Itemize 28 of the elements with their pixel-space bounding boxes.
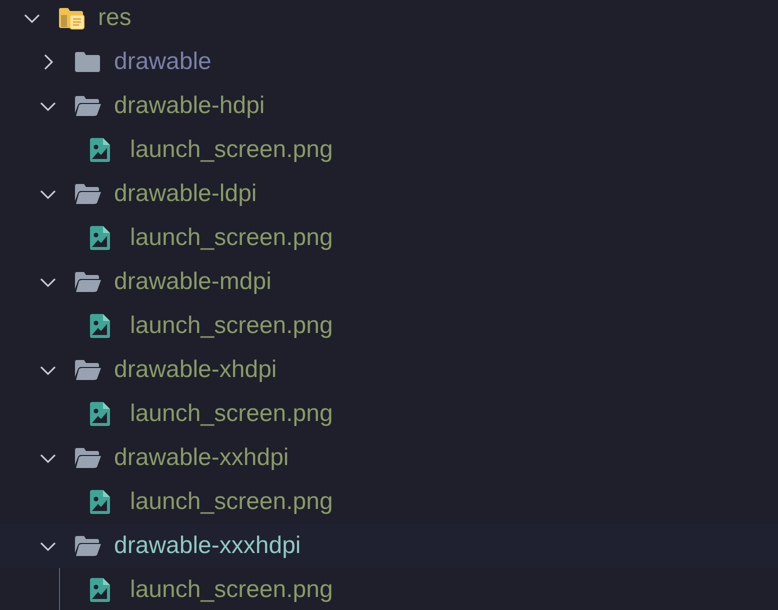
folder-with-document-icon xyxy=(58,6,86,30)
image-file-icon xyxy=(90,226,110,250)
folder-name[interactable]: drawable-mdpi xyxy=(114,270,272,294)
folder-name[interactable]: drawable-xhdpi xyxy=(114,358,277,382)
file-name[interactable]: launch_screen.png xyxy=(130,138,333,162)
folder-name[interactable]: drawable-xxxhdpi xyxy=(114,534,301,558)
open-folder-icon xyxy=(74,447,102,469)
open-folder-icon xyxy=(74,271,102,293)
file-name[interactable]: launch_screen.png xyxy=(130,226,333,250)
file-name[interactable]: launch_screen.png xyxy=(130,490,333,514)
file-name[interactable]: launch_screen.png xyxy=(130,402,333,426)
open-folder-icon xyxy=(74,95,102,117)
file-name[interactable]: launch_screen.png xyxy=(130,578,333,602)
folder-icon xyxy=(74,51,102,73)
folder-name[interactable]: drawable-ldpi xyxy=(114,182,257,206)
open-folder-icon xyxy=(74,183,102,205)
open-folder-icon xyxy=(74,535,102,557)
folder-name[interactable]: drawable-xxhdpi xyxy=(114,446,289,470)
folder-name[interactable]: drawable xyxy=(114,50,212,74)
image-file-icon xyxy=(90,314,110,338)
image-file-icon xyxy=(90,490,110,514)
folder-name[interactable]: drawable-hdpi xyxy=(114,94,265,118)
image-file-icon xyxy=(90,138,110,162)
image-file-icon xyxy=(90,402,110,426)
open-folder-icon xyxy=(74,359,102,381)
folder-name[interactable]: res xyxy=(98,6,132,30)
file-name[interactable]: launch_screen.png xyxy=(130,314,333,338)
image-file-icon xyxy=(90,578,110,602)
